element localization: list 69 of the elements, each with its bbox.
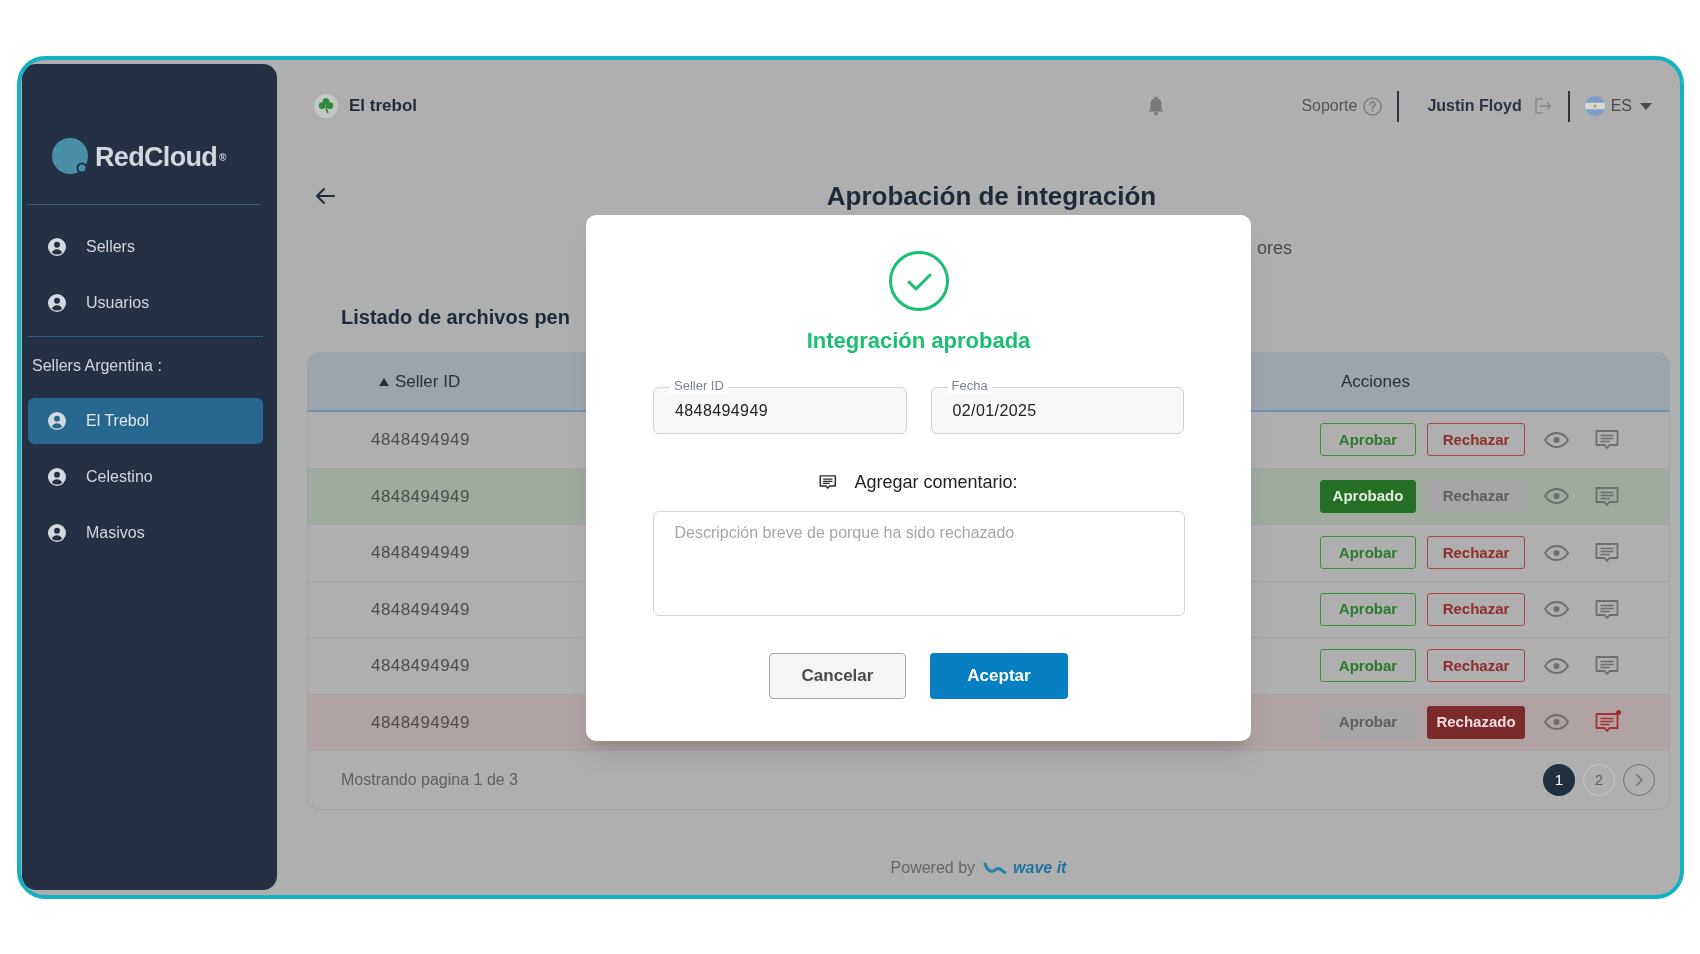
user-icon [48, 412, 66, 430]
help-icon[interactable] [1363, 96, 1383, 116]
page-title: Aprobación de integración [826, 180, 1157, 212]
reject-button[interactable]: Rechazar [1427, 423, 1525, 457]
approve-button[interactable]: Aprobar [1320, 423, 1416, 457]
back-arrow-icon[interactable] [315, 187, 335, 205]
caret-icon[interactable] [1640, 102, 1652, 110]
approve-button[interactable]: Aprobar [1320, 536, 1416, 570]
reject-button[interactable]: Rechazado [1427, 705, 1525, 739]
user-icon [48, 294, 66, 312]
eye-icon[interactable] [1544, 714, 1569, 731]
eye-icon[interactable] [1544, 488, 1569, 505]
eye-icon[interactable] [1544, 657, 1569, 674]
logo-icon [51, 137, 91, 177]
nav-item[interactable]: Usuarios [28, 280, 263, 326]
store-name: El trebol [349, 95, 417, 118]
flag-icon[interactable] [1584, 96, 1605, 116]
logo-text: RedCloud$^{®}$ [95, 143, 226, 171]
accept-button[interactable]: Aceptar [930, 653, 1068, 699]
approve-button[interactable]: Aprobar [1320, 592, 1416, 626]
powered-by-text: Powered by [890, 858, 976, 878]
user-icon [48, 524, 66, 542]
bell-icon[interactable] [1147, 96, 1166, 116]
language-label[interactable]: ES [1610, 94, 1632, 118]
nav-item[interactable]: El Trebol [28, 398, 263, 444]
section-title: Listado de archivos pen [341, 305, 570, 330]
table-cell-text: 4848494949 [370, 542, 470, 564]
reject-button[interactable]: Rechazar [1427, 649, 1525, 683]
chevron-right-icon [1635, 774, 1643, 786]
eye-icon[interactable] [1544, 544, 1569, 561]
page-button[interactable]: 1 [1543, 764, 1575, 796]
comment-label: Agregar comentario: [854, 470, 1018, 494]
field-label: Fecha [947, 378, 992, 394]
reject-button[interactable]: Rechazar [1427, 592, 1525, 626]
eye-icon[interactable] [1544, 431, 1569, 448]
wave-logo-icon [983, 861, 1008, 875]
cancel-button[interactable]: Cancelar [769, 653, 906, 699]
table-cell-text: 4848494949 [370, 598, 470, 621]
pagination-summary: Mostrando pagina 1 de 3 [341, 770, 518, 790]
comment-icon [819, 473, 839, 491]
shamrock-icon [314, 94, 338, 118]
table-cell-text: 4848494949 [370, 655, 470, 677]
reject-button[interactable]: Rechazar [1427, 479, 1525, 513]
column-header[interactable]: Acciones [1341, 368, 1410, 395]
eye-icon[interactable] [1544, 601, 1569, 618]
comment-icon[interactable] [1595, 709, 1621, 735]
table-cell-text: 4848494949 [370, 429, 470, 451]
support-link[interactable]: Soporte [1301, 94, 1358, 118]
dialog-title: Integración aprobada [806, 327, 1031, 355]
column-header[interactable]: Seller ID [395, 368, 461, 395]
nav-item[interactable]: Celestino [28, 454, 263, 500]
field-label: Seller ID [670, 378, 728, 394]
comment-field[interactable]: Descripción breve de porque ha sido rechazado [652, 511, 1185, 616]
section-label: Sellers Argentina : [32, 356, 162, 376]
page-subtitle: ores [1257, 238, 1292, 258]
approve-button[interactable]: Aprobado [1320, 479, 1416, 513]
user-name: Justin Floyd [1427, 96, 1522, 116]
nav-item[interactable]: Masivos [28, 510, 263, 556]
check-circle-icon [888, 251, 949, 311]
user-icon [48, 238, 66, 256]
reject-button[interactable]: Rechazar [1427, 536, 1525, 570]
sort-up-icon[interactable] [379, 377, 389, 386]
approve-button[interactable]: Aprobar [1320, 705, 1416, 739]
user-icon [48, 468, 66, 486]
approve-button[interactable]: Aprobar [1320, 649, 1416, 683]
table-cell-text: 4848494949 [370, 711, 470, 734]
brand-name: wave it [1013, 858, 1067, 878]
table-cell-text: 4848494949 [370, 485, 470, 508]
nav-item[interactable]: Sellers [28, 224, 263, 270]
